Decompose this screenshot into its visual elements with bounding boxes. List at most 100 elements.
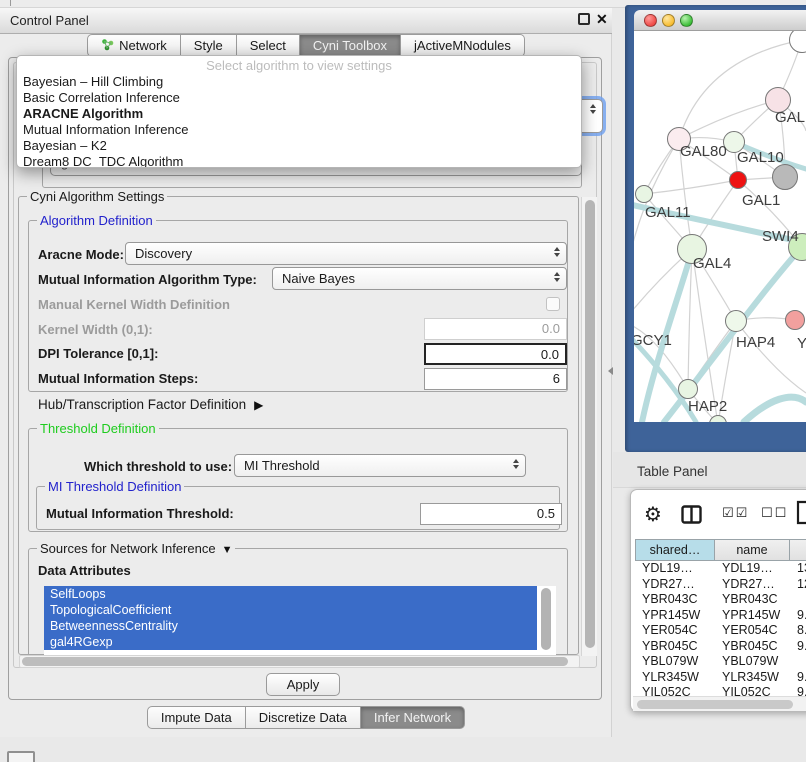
node-label-gal10: GAL10: [737, 149, 784, 166]
chevron-right-icon: ▶: [254, 398, 263, 412]
manual-kernel-checkbox[interactable]: [546, 297, 560, 311]
table-row-ybr043c[interactable]: YBR043CYBR043C: [635, 592, 806, 608]
table-window: ⚙ ☑☑ ☐☐ shared…name YDL19…YDL19…13YDR27……: [630, 489, 806, 712]
corner-button[interactable]: [7, 751, 35, 762]
kernel-width-label: Kernel Width (0,1):: [38, 322, 153, 337]
horizontal-scrollbar[interactable]: [19, 655, 580, 668]
tab-select-label: Select: [250, 38, 286, 53]
attribute-item-gal4rgexp[interactable]: gal4RGexp: [44, 634, 537, 650]
aracne-mode-combobox[interactable]: Discovery: [125, 242, 567, 265]
table-cell: YBL079W: [635, 654, 715, 670]
attribute-item-topologicalcoefficient[interactable]: TopologicalCoefficient: [44, 602, 537, 618]
threshold-definition-legend: Threshold Definition: [37, 421, 159, 436]
mi-algorithm-type-combobox[interactable]: Naive Bayes: [272, 267, 567, 290]
vertical-scrollbar-thumb[interactable]: [585, 200, 595, 648]
close-light-icon[interactable]: [644, 14, 657, 27]
mi-threshold-label: Mutual Information Threshold:: [46, 506, 234, 521]
panel-collapse-grip[interactable]: [608, 367, 613, 375]
table-row-ybl079w[interactable]: YBL079WYBL079W: [635, 654, 806, 670]
aracne-mode-value: Discovery: [135, 246, 192, 261]
algorithm-option-dream8-dc-tdc-algorithm[interactable]: Dream8 DC_TDC Algorithm: [17, 154, 581, 168]
mi-steps-label: Mutual Information Steps:: [38, 371, 198, 386]
network-window-titlebar[interactable]: [634, 10, 806, 31]
mi-algorithm-type-label: Mutual Information Algorithm Type:: [38, 272, 257, 287]
which-threshold-combobox[interactable]: MI Threshold: [234, 454, 526, 477]
table-cell: 9.: [790, 670, 806, 686]
table-cell: YLR345W: [715, 670, 790, 686]
table-cell: YPR145W: [715, 608, 790, 624]
vertical-scrollbar[interactable]: [581, 197, 597, 656]
zoom-light-icon[interactable]: [680, 14, 693, 27]
table-row-ylr345w[interactable]: YLR345WYLR345W9.: [635, 670, 806, 686]
tab-jactivemnodules[interactable]: jActiveMNodules: [401, 34, 525, 57]
dpi-tolerance-input[interactable]: 0.0: [424, 343, 567, 365]
select-all-checkbox-icon[interactable]: ☑☑: [722, 506, 749, 521]
which-threshold-value: MI Threshold: [244, 458, 320, 473]
popup-prompt: Select algorithm to view settings: [17, 58, 581, 74]
algorithm-option-mutual-information-inference[interactable]: Mutual Information Inference: [17, 122, 581, 138]
mi-threshold-input[interactable]: 0.5: [420, 503, 562, 525]
column-header-extra[interactable]: [790, 539, 806, 561]
table-cell: YDR27…: [715, 577, 790, 593]
table-cell: YBR045C: [635, 639, 715, 655]
table-horizontal-scrollbar[interactable]: [633, 696, 806, 711]
table-row-ydl19[interactable]: YDL19…YDL19…13: [635, 561, 806, 577]
app-root: Control Panel ✕ NetworkStyle Select Cyni T…: [0, 0, 806, 762]
attribute-item-betweennesscentrality[interactable]: BetweennessCentrality: [44, 618, 537, 634]
columns-icon[interactable]: [681, 505, 702, 527]
network-canvas[interactable]: GALGAL80GAL10GAL1GAL11SWI4GAL4GCY1HAP4YH…: [634, 31, 806, 422]
bottom-tab-impute-data[interactable]: Impute Data: [147, 706, 246, 729]
gear-icon[interactable]: ⚙: [644, 502, 662, 526]
algorithm-option-bayesian-k2[interactable]: Bayesian – K2: [17, 138, 581, 154]
node-unlabeled[interactable]: [772, 164, 798, 190]
algorithm-select-popup: Select algorithm to view settings Bayesi…: [16, 55, 582, 168]
list-scrollbar-thumb[interactable]: [541, 588, 551, 650]
document-icon[interactable]: [796, 500, 806, 528]
attribute-item-selfloops[interactable]: SelfLoops: [44, 586, 537, 602]
tab-select[interactable]: Select: [237, 34, 300, 57]
algorithm-option-bayesian-hill-climbing[interactable]: Bayesian – Hill Climbing: [17, 74, 581, 90]
table-cell: [790, 654, 806, 670]
data-attributes-listbox[interactable]: SelfLoopsTopologicalCoefficientBetweenne…: [44, 586, 556, 655]
table-cell: YPR145W: [635, 608, 715, 624]
bottom-tab-discretize-data-label: Discretize Data: [259, 710, 347, 725]
close-icon[interactable]: ✕: [596, 11, 608, 28]
table-row-ydr27[interactable]: YDR27…YDR27…12: [635, 577, 806, 593]
node-gal11[interactable]: [635, 185, 653, 203]
apply-button[interactable]: Apply: [266, 673, 340, 696]
column-header-name[interactable]: name: [715, 539, 790, 561]
node-label-hap4: HAP4: [736, 334, 775, 351]
combo-spinner-icon: [511, 459, 521, 469]
mi-steps-input[interactable]: 6: [424, 368, 567, 390]
algorithm-option-aracne-algorithm[interactable]: ARACNE Algorithm: [17, 106, 581, 122]
table-cell: YBL079W: [715, 654, 790, 670]
table-row-ypr145w[interactable]: YPR145WYPR145W9.: [635, 608, 806, 624]
tab-network[interactable]: Network: [87, 34, 181, 57]
table-row-ybr045c[interactable]: YBR045CYBR045C9.: [635, 639, 806, 655]
cyni-settings-legend: Cyni Algorithm Settings: [27, 189, 167, 204]
bottom-tab-infer-network[interactable]: Infer Network: [361, 706, 465, 729]
float-window-icon[interactable]: [578, 13, 590, 25]
deselect-all-checkbox-icon[interactable]: ☐☐: [761, 506, 788, 521]
node-hap4[interactable]: [725, 310, 747, 332]
bottom-tab-discretize-data[interactable]: Discretize Data: [246, 706, 361, 729]
algorithm-option-basic-correlation-inference[interactable]: Basic Correlation Inference: [17, 90, 581, 106]
table-cell: YBR045C: [715, 639, 790, 655]
hub-definition-toggle[interactable]: Hub/Transcription Factor Definition▶: [38, 397, 263, 412]
column-header-shared[interactable]: shared…: [635, 539, 715, 561]
node-hap2[interactable]: [678, 379, 698, 399]
table-body: YDL19…YDL19…13YDR27…YDR27…12YBR043CYBR04…: [635, 561, 806, 701]
node-gal1[interactable]: [729, 171, 747, 189]
table-scrollbar-thumb[interactable]: [637, 700, 793, 709]
control-panel-title: Control Panel: [10, 13, 89, 28]
tab-style[interactable]: Style: [181, 34, 237, 57]
tab-cyni-toolbox[interactable]: Cyni Toolbox: [300, 34, 401, 57]
table-cell: YBR043C: [715, 592, 790, 608]
kernel-width-input[interactable]: 0.0: [424, 318, 567, 340]
table-row-yer054c[interactable]: YER054CYER054C8.: [635, 623, 806, 639]
node-y[interactable]: [785, 310, 805, 330]
minimize-light-icon[interactable]: [662, 14, 675, 27]
combo-spinner-icon: [552, 247, 562, 257]
horizontal-scrollbar-thumb[interactable]: [22, 657, 568, 666]
divider-tick: [10, 0, 11, 6]
